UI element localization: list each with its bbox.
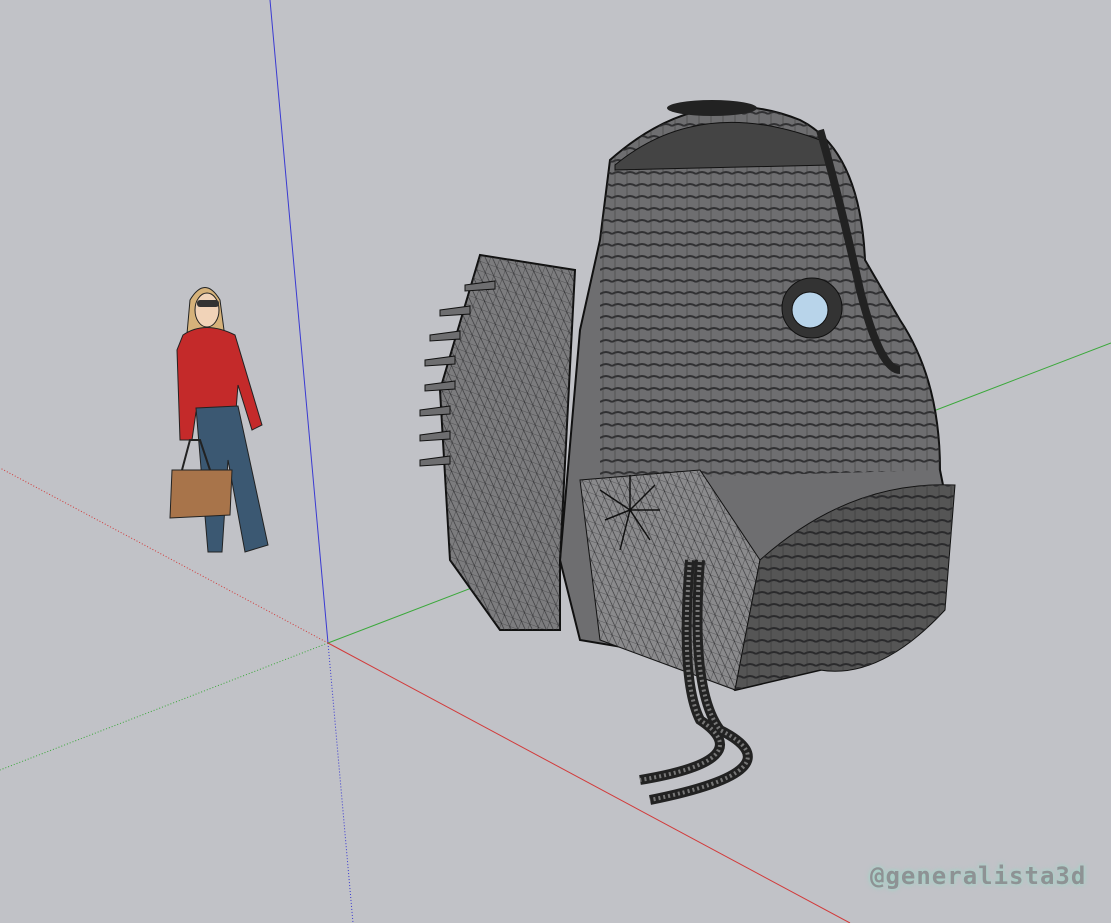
scene-canvas[interactable] bbox=[0, 0, 1111, 923]
capsule-model[interactable] bbox=[419, 100, 956, 805]
red-axis bbox=[327, 642, 851, 923]
blue-axis-negative bbox=[327, 642, 354, 923]
blue-axis bbox=[269, 0, 329, 644]
3d-viewport[interactable]: @generalista3d bbox=[0, 0, 1111, 923]
watermark: @generalista3d bbox=[870, 862, 1087, 890]
scale-figure[interactable] bbox=[169, 287, 269, 553]
red-axis-negative bbox=[0, 467, 329, 644]
green-axis-negative bbox=[0, 642, 329, 771]
